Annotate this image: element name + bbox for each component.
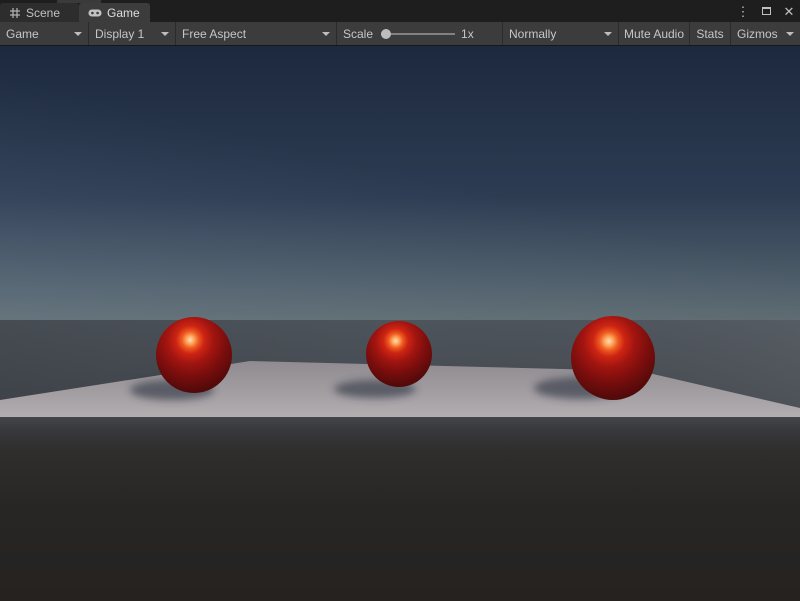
chevron-down-icon (322, 32, 330, 36)
scale-slider[interactable] (381, 29, 455, 39)
grid-icon (9, 7, 21, 19)
game-view-toolbar: Game Display 1 Free Aspect Scale 1x Norm… (0, 22, 800, 46)
game-popup[interactable]: Game (0, 22, 89, 45)
red-sphere (156, 317, 232, 393)
maximize-icon[interactable] (759, 3, 773, 19)
stats-label: Stats (696, 27, 723, 41)
display-popup-label: Display 1 (95, 27, 144, 41)
play-focus-popup[interactable]: Normally (503, 22, 619, 45)
stats-button[interactable]: Stats (690, 22, 731, 45)
close-icon[interactable]: ✕ (782, 3, 796, 19)
scale-control: Scale 1x (337, 22, 503, 45)
tab-scene[interactable]: Scene (0, 3, 79, 22)
chevron-down-icon (161, 32, 169, 36)
play-focus-label: Normally (509, 27, 556, 41)
gizmos-label: Gizmos (737, 27, 778, 41)
game-popup-label: Game (6, 27, 39, 41)
sky-glow (0, 46, 800, 320)
window-controls: ⋮ ✕ (736, 0, 796, 22)
scale-slider-knob[interactable] (381, 29, 391, 39)
gizmos-popup[interactable]: Gizmos (731, 22, 800, 45)
mute-audio-button[interactable]: Mute Audio (619, 22, 690, 45)
gamepad-icon (88, 8, 102, 18)
tab-game[interactable]: Game (79, 3, 150, 22)
scale-slider-track[interactable] (381, 33, 455, 35)
scale-value: 1x (461, 27, 474, 41)
tab-game-label: Game (107, 6, 140, 20)
chevron-down-icon (74, 32, 82, 36)
kebab-menu-icon[interactable]: ⋮ (736, 3, 750, 19)
scale-label: Scale (343, 27, 373, 41)
tab-bar: Scene Game ⋮ ✕ (0, 0, 800, 22)
game-viewport[interactable] (0, 46, 800, 601)
chevron-down-icon (786, 32, 794, 36)
display-popup[interactable]: Display 1 (89, 22, 176, 45)
platform-front-face (0, 417, 800, 601)
maximize-glyph (762, 7, 771, 15)
red-sphere (571, 316, 655, 400)
red-sphere (366, 321, 432, 387)
aspect-popup-label: Free Aspect (182, 27, 246, 41)
chevron-down-icon (604, 32, 612, 36)
tab-scene-label: Scene (26, 6, 60, 20)
mute-audio-label: Mute Audio (624, 27, 684, 41)
aspect-ratio-popup[interactable]: Free Aspect (176, 22, 337, 45)
